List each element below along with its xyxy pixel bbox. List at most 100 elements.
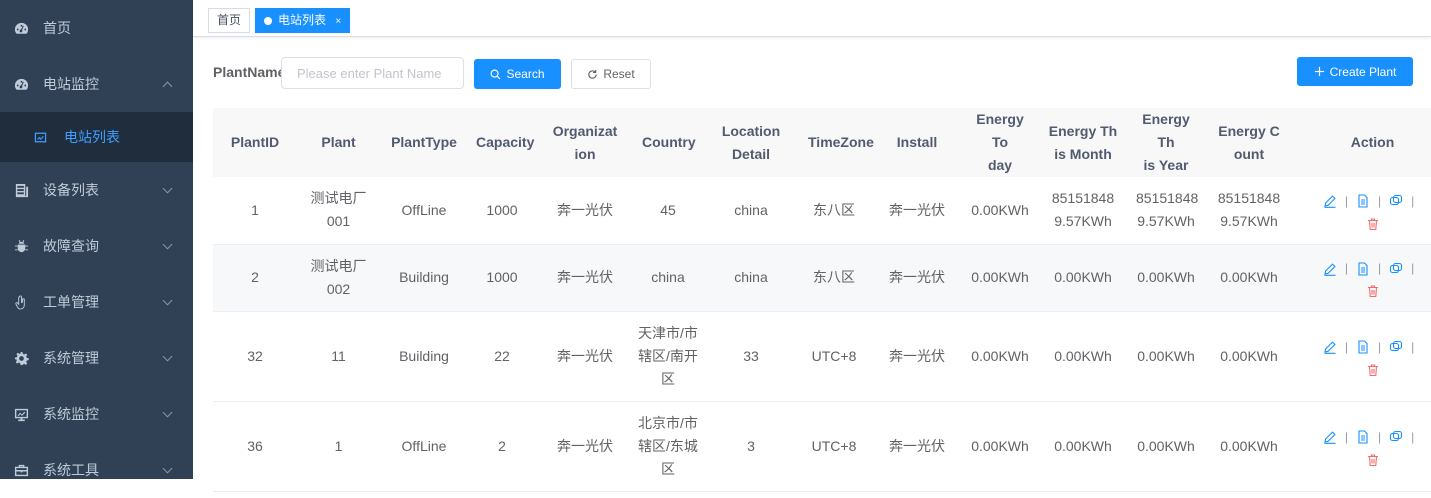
action-separator: | <box>1411 429 1415 444</box>
copy-icon[interactable] <box>1389 262 1403 276</box>
chevron-down-icon <box>162 351 173 362</box>
cell-text: 1 <box>334 437 343 454</box>
document-icon[interactable] <box>1356 430 1370 444</box>
sidebar: 首页 电站监控 电站列表 设备列表 故障查询 工单管理 系统管理 系统监控 系统… <box>0 0 193 479</box>
action-cell: | | | <box>1298 177 1431 245</box>
table-cell: 85151848 9.57KWh <box>1132 177 1200 245</box>
cell-text: 奔一光伏 <box>557 347 613 364</box>
plant-name-input[interactable] <box>281 57 464 89</box>
cell-text: 0.00KWh <box>1054 269 1112 285</box>
table-cell: 0.00KWh <box>1200 244 1298 312</box>
sidebar-item-plant-list[interactable]: 电站列表 <box>0 112 193 162</box>
reset-button-label: Reset <box>603 67 635 81</box>
column-header-text: TimeZone <box>808 134 874 150</box>
table-cell: 22 <box>468 311 536 402</box>
sidebar-item-plant-monitor[interactable]: 电站监控 <box>0 56 193 112</box>
sidebar-item-device-list[interactable]: 设备列表 <box>0 162 193 218</box>
tag-label: 首页 <box>217 13 242 27</box>
delete-icon[interactable] <box>1366 284 1380 298</box>
delete-icon[interactable] <box>1366 217 1380 231</box>
table-cell: 东八区 <box>800 244 868 312</box>
edit-icon[interactable] <box>1323 430 1337 444</box>
column-header: TimeZone <box>800 108 874 177</box>
copy-icon[interactable] <box>1389 430 1403 444</box>
action-separator: | <box>1377 429 1382 444</box>
delete-icon[interactable] <box>1366 453 1380 467</box>
cell-text: 1000 <box>486 269 518 285</box>
sidebar-item-system-monitor[interactable]: 系统监控 <box>0 386 193 442</box>
column-header-text: is Month <box>1054 145 1112 162</box>
table-cell: OffLine <box>380 401 468 492</box>
table-cell: 85151848 9.57KWh <box>1200 177 1298 245</box>
table-cell: 0.00KWh <box>966 401 1034 492</box>
tag-home[interactable]: 首页 <box>208 8 251 33</box>
edit-icon[interactable] <box>1323 340 1337 354</box>
action-separator: | <box>1411 261 1415 275</box>
edit-icon[interactable] <box>1323 194 1337 209</box>
table-cell: 测试电厂 001 <box>297 177 380 245</box>
document-icon[interactable] <box>1356 340 1370 354</box>
table-cell: 11 <box>297 311 380 402</box>
table-cell: 0.00KWh <box>1200 311 1298 402</box>
column-header: Organizat ion <box>536 108 634 177</box>
sidebar-item-label: 系统工具 <box>43 462 99 478</box>
copy-icon[interactable] <box>1389 194 1403 208</box>
document-icon[interactable] <box>1356 194 1370 208</box>
document-icon[interactable] <box>1356 261 1370 276</box>
column-header-text: Install <box>896 134 938 150</box>
table-cell: 2 <box>213 244 297 312</box>
cell-text: 1 <box>251 201 259 218</box>
edit-icon[interactable] <box>1323 262 1337 276</box>
dashboard-icon <box>13 76 29 92</box>
delete-icon[interactable] <box>1366 363 1380 377</box>
sidebar-item-fault-query[interactable]: 故障查询 <box>0 218 193 274</box>
table-cell: 奔一光伏 <box>868 311 966 402</box>
cell-text: 0.00KWh <box>971 269 1029 285</box>
column-header-text: Plant <box>321 134 356 150</box>
chevron-down-icon <box>162 407 173 418</box>
tag-plant-list[interactable]: 电站列表 × <box>255 8 351 33</box>
cell-text: china <box>734 201 768 218</box>
table-cell: 北京市/市 辖区/东城区 <box>634 401 702 492</box>
cell-text: 9.57KWh <box>1054 213 1112 230</box>
cell-text: 45 <box>660 201 676 218</box>
table-row: 32 11 Building 22 奔一光伏 天津市/市 辖区/南开区 33 UTC+8 奔一光伏… <box>213 311 1431 402</box>
action-separator: | <box>1411 339 1415 354</box>
tag-label: 电站列表 <box>278 13 327 27</box>
action-cell: | | | <box>1298 244 1431 312</box>
chevron-down-icon <box>162 239 173 250</box>
search-button[interactable]: Search <box>474 59 561 89</box>
cell-text: 北京市/市 <box>638 414 698 431</box>
chevron-down-icon <box>162 463 173 474</box>
table-cell: 2 <box>468 401 536 492</box>
column-header: PlantType <box>380 108 468 177</box>
sidebar-item-label: 电站监控 <box>43 76 99 92</box>
reset-button[interactable]: Reset <box>571 59 651 89</box>
column-header-text: Energy Th <box>1142 111 1190 150</box>
chart-icon <box>34 130 48 144</box>
table-cell: china <box>634 244 702 312</box>
sidebar-item-system-manage[interactable]: 系统管理 <box>0 330 193 386</box>
table-cell: 36 <box>213 401 297 492</box>
copy-icon[interactable] <box>1389 340 1403 354</box>
column-header: Energy Th is Month <box>1034 108 1132 177</box>
cell-text: 奔一光伏 <box>557 269 613 285</box>
cell-text: OffLine <box>401 201 447 218</box>
create-plant-button[interactable]: Create Plant <box>1297 57 1413 86</box>
row-actions: | | | <box>1323 426 1423 467</box>
column-header-text: day <box>987 157 1013 173</box>
cell-text: UTC+8 <box>811 437 857 454</box>
server-icon <box>13 182 29 198</box>
cell-text: 0.00KWh <box>971 201 1029 218</box>
cell-text: 22 <box>494 347 510 364</box>
cell-text: 001 <box>326 213 351 230</box>
cell-text: 0.00KWh <box>1220 269 1278 285</box>
cell-text: 东八区 <box>813 269 855 285</box>
close-icon[interactable]: × <box>335 16 341 27</box>
cell-text: 3 <box>747 437 755 454</box>
sidebar-item-home[interactable]: 首页 <box>0 0 193 56</box>
sidebar-item-system-tools[interactable]: 系统工具 <box>0 442 193 498</box>
action-cell: | | | <box>1298 401 1431 492</box>
sidebar-item-work-order[interactable]: 工单管理 <box>0 274 193 330</box>
sidebar-item-label: 系统管理 <box>43 350 99 366</box>
